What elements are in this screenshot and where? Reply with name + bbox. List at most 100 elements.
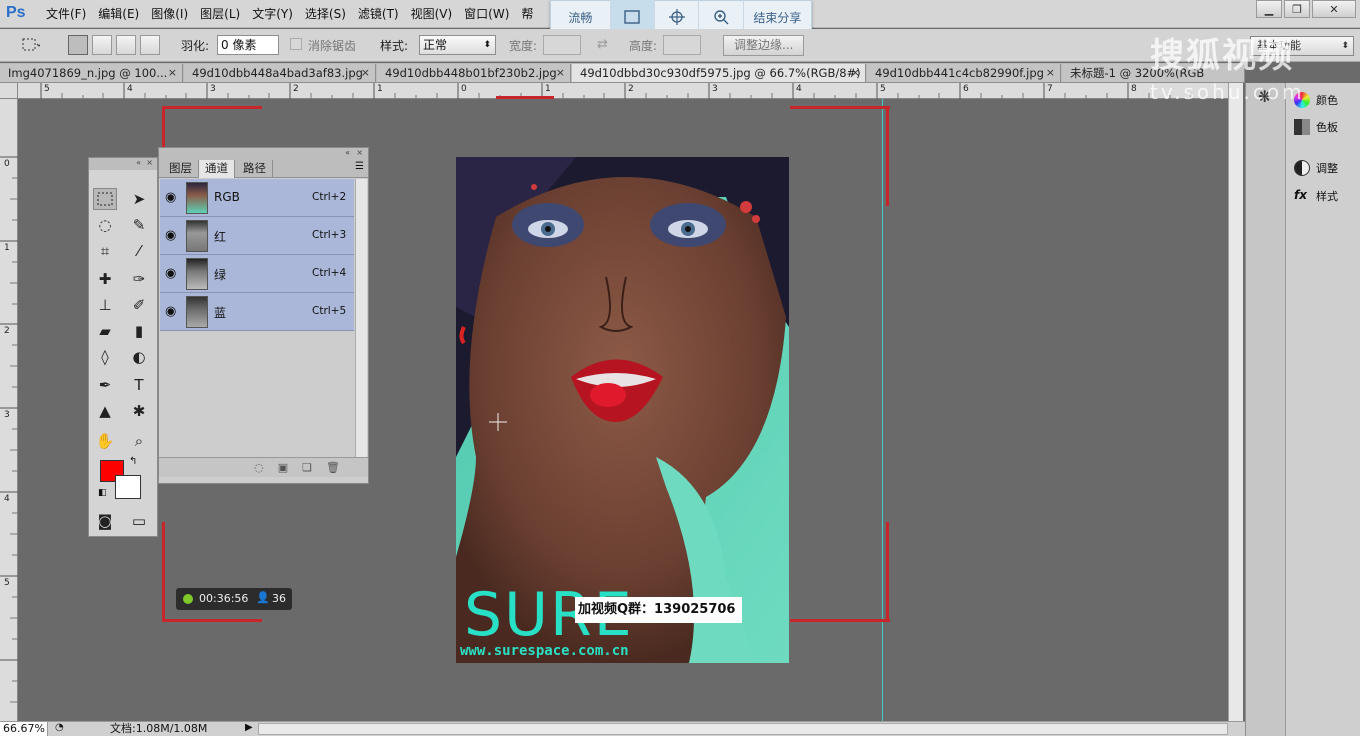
path-select-tool-icon[interactable]: ▲	[93, 400, 117, 422]
marquee-preset-icon[interactable]	[20, 35, 42, 55]
menu-layer[interactable]: 图层(L)	[194, 6, 246, 22]
swap-icon[interactable]: ⇄	[597, 37, 608, 52]
menu-window[interactable]: 窗口(W)	[458, 6, 515, 22]
height-input[interactable]	[663, 35, 701, 55]
close-icon[interactable]: ×	[356, 148, 363, 157]
blur-tool-icon[interactable]: ◊	[93, 346, 117, 368]
brush-tool-icon[interactable]: ✑	[127, 268, 151, 290]
close-icon[interactable]: ×	[168, 64, 177, 82]
tab-doc-1[interactable]: Img4071869_n.jpg @ 100... ×	[0, 64, 183, 82]
quick-mask-icon[interactable]: ◙	[93, 510, 117, 532]
close-icon[interactable]: ×	[556, 64, 565, 82]
zoom-field[interactable]: 66.67%	[0, 722, 48, 736]
capture-frame-corner	[886, 106, 889, 206]
swap-colors-icon[interactable]: ↰	[129, 456, 137, 467]
menu-file[interactable]: 文件(F)	[40, 6, 92, 22]
panel-menu-icon[interactable]: ☰	[355, 161, 364, 172]
lasso-tool-icon[interactable]: ◌	[93, 214, 117, 236]
tab-doc-2[interactable]: 49d10dbb448a4bad3af83.jpg ×	[184, 64, 376, 82]
new-channel-icon[interactable]: ❏	[302, 461, 312, 474]
add-selection-icon[interactable]	[92, 35, 112, 55]
save-selection-icon[interactable]: ▣	[278, 461, 288, 474]
quick-select-tool-icon[interactable]: ✎	[127, 214, 151, 236]
gradient-tool-icon[interactable]: ▮	[127, 320, 151, 342]
intersect-selection-icon[interactable]	[140, 35, 160, 55]
collapse-icon[interactable]: «	[345, 148, 350, 157]
eyedropper-tool-icon[interactable]: ⁄	[127, 240, 151, 262]
screen-mode-icon[interactable]: ▭	[127, 510, 151, 532]
panel-header[interactable]: « ×	[159, 148, 368, 160]
visibility-eye-icon[interactable]: ◉	[165, 304, 176, 319]
tab-paths[interactable]: 路径	[237, 160, 273, 178]
healing-brush-tool-icon[interactable]: ✚	[93, 268, 117, 290]
close-icon[interactable]: ×	[361, 64, 370, 82]
viewer-count: 36	[272, 592, 286, 605]
tab-layers[interactable]: 图层	[163, 160, 199, 178]
history-brush-tool-icon[interactable]: ✐	[127, 294, 151, 316]
status-arrow-icon[interactable]: ▶	[245, 722, 253, 733]
close-icon[interactable]: ×	[146, 158, 153, 167]
tab-doc-3[interactable]: 49d10dbb448b01bf230b2.jpg ×	[377, 64, 571, 82]
pen-tool-icon[interactable]: ✒	[93, 374, 117, 396]
crop-tool-icon[interactable]: ⌗	[93, 240, 117, 262]
visibility-eye-icon[interactable]: ◉	[165, 228, 176, 243]
clone-stamp-tool-icon[interactable]: ⊥	[93, 294, 117, 316]
hand-tool-icon[interactable]: ✋	[93, 430, 117, 452]
move-tool-icon[interactable]: ➤	[127, 188, 151, 210]
menu-view[interactable]: 视图(V)	[405, 6, 459, 22]
close-button[interactable]: ✕	[1312, 0, 1356, 18]
horizontal-scrollbar[interactable]	[258, 723, 1228, 735]
background-color-swatch[interactable]	[115, 475, 141, 499]
tab-doc-5[interactable]: 49d10dbb441c4cb82990f.jpg ×	[867, 64, 1061, 82]
menu-filter[interactable]: 滤镜(T)	[352, 6, 405, 22]
shape-tool-icon[interactable]: ✱	[127, 400, 151, 422]
visibility-eye-icon[interactable]: ◉	[165, 190, 176, 205]
dodge-tool-icon[interactable]: ◐	[127, 346, 151, 368]
default-colors-icon[interactable]: ◧	[98, 488, 107, 498]
document-image[interactable]: SURE www.surespace.com.cn	[456, 157, 789, 663]
antialias-checkbox[interactable]	[290, 38, 302, 50]
channel-row-green[interactable]: ◉ 绿 Ctrl+4	[160, 255, 354, 293]
capture-frame-corner	[790, 106, 890, 109]
visibility-eye-icon[interactable]: ◉	[165, 266, 176, 281]
menu-image[interactable]: 图像(I)	[145, 6, 194, 22]
channel-row-red[interactable]: ◉ 红 Ctrl+3	[160, 217, 354, 255]
panel-swatches[interactable]: 色板	[1294, 116, 1338, 138]
channels-scrollbar[interactable]	[355, 179, 367, 457]
live-dot-icon	[183, 594, 193, 604]
zoom-tool-icon[interactable]: ⌕	[127, 430, 151, 452]
collapse-icon[interactable]: «	[136, 158, 141, 167]
guide-line[interactable]	[882, 99, 883, 721]
status-options-icon[interactable]: ◔	[55, 722, 64, 733]
tab-doc-4-active[interactable]: 49d10dbbd30c930df5975.jpg @ 66.7%(RGB/8#…	[572, 64, 866, 82]
subtract-selection-icon[interactable]	[116, 35, 136, 55]
feather-input[interactable]: 0 像素	[217, 35, 279, 55]
close-icon[interactable]: ×	[851, 64, 860, 82]
type-tool-icon[interactable]: T	[127, 374, 151, 396]
new-selection-icon[interactable]	[68, 35, 88, 55]
close-icon[interactable]: ×	[1046, 64, 1055, 82]
menu-edit[interactable]: 编辑(E)	[92, 6, 145, 22]
menu-help[interactable]: 帮	[515, 6, 539, 22]
live-timer: 00:36:56	[199, 592, 249, 605]
channel-row-blue[interactable]: ◉ 蓝 Ctrl+5	[160, 293, 354, 331]
delete-channel-icon[interactable]: 🗑	[326, 461, 340, 474]
menu-select[interactable]: 选择(S)	[299, 6, 352, 22]
eraser-tool-icon[interactable]: ▰	[93, 320, 117, 342]
style-select[interactable]: 正常 ⬍	[419, 35, 496, 55]
channel-row-rgb[interactable]: ◉ RGB Ctrl+2	[160, 179, 354, 217]
refine-edge-button[interactable]: 调整边缘...	[723, 35, 805, 56]
document-size: 文档:1.08M/1.08M	[110, 722, 208, 735]
width-input[interactable]	[543, 35, 581, 55]
restore-button[interactable]: ❐	[1284, 0, 1310, 18]
panel-header[interactable]: « ×	[89, 158, 157, 170]
load-selection-icon[interactable]: ◌	[254, 461, 264, 474]
ruler-left: 0 1 2 3 4 5	[0, 99, 18, 721]
panel-styles[interactable]: fx 样式	[1294, 185, 1338, 207]
vertical-scrollbar[interactable]	[1228, 83, 1243, 721]
marquee-tool-icon[interactable]	[93, 188, 117, 210]
minimize-button[interactable]: ▁	[1256, 0, 1282, 18]
menu-type[interactable]: 文字(Y)	[246, 6, 299, 22]
panel-adjustments[interactable]: 调整	[1294, 157, 1338, 179]
tab-channels[interactable]: 通道	[199, 160, 235, 178]
